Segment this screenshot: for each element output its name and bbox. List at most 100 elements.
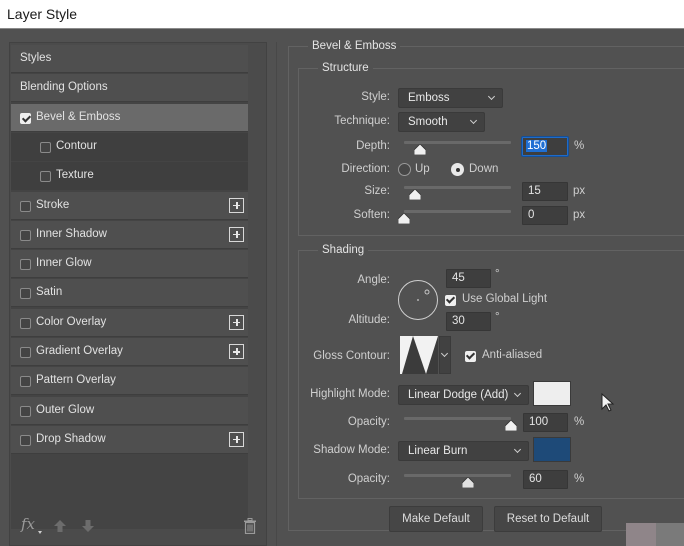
structure-heading: Structure xyxy=(318,62,373,74)
sidebar-item-bevel-emboss[interactable]: Bevel & Emboss xyxy=(11,103,248,132)
checkbox[interactable] xyxy=(20,317,31,329)
background-block xyxy=(656,523,684,546)
checkbox[interactable] xyxy=(20,347,31,358)
shadow-opacity-input[interactable]: 60 xyxy=(523,470,568,489)
technique-dropdown[interactable]: Smooth xyxy=(398,112,485,132)
style-value: Emboss xyxy=(408,92,450,104)
checkbox[interactable] xyxy=(40,141,51,153)
highlight-opacity-input[interactable]: 100 xyxy=(523,413,568,432)
soften-label: Soften: xyxy=(353,209,390,221)
shadow-opacity-slider-track[interactable] xyxy=(404,474,511,477)
shadow-opacity-slider-thumb[interactable] xyxy=(462,477,475,488)
angle-input[interactable]: 45 xyxy=(446,269,491,288)
reset-to-default-button[interactable]: Reset to Default xyxy=(494,506,602,532)
anti-aliased-label: Anti-aliased xyxy=(482,349,543,361)
add-instance-icon[interactable] xyxy=(229,226,244,242)
sidebar-item-label: Drop Shadow xyxy=(36,432,106,445)
trash-icon[interactable] xyxy=(243,518,257,534)
sidebar-item-drop-shadow[interactable]: Drop Shadow xyxy=(11,425,248,454)
checkbox[interactable] xyxy=(20,200,31,212)
soften-slider-thumb[interactable] xyxy=(398,213,410,224)
panel-divider xyxy=(276,42,277,546)
style-dropdown[interactable]: Emboss xyxy=(398,88,503,108)
size-slider-thumb[interactable] xyxy=(408,189,421,200)
sidebar-item-satin[interactable]: Satin xyxy=(11,279,248,308)
sidebar-item-contour[interactable]: Contour xyxy=(11,132,248,161)
soften-value: 0 xyxy=(528,209,535,221)
background-block xyxy=(626,523,656,546)
add-instance-icon[interactable] xyxy=(229,431,244,447)
sidebar-item-label: Styles xyxy=(20,52,52,64)
checkbox[interactable] xyxy=(40,171,51,183)
angle-label: Angle: xyxy=(357,274,390,286)
depth-value: 150 xyxy=(526,140,548,152)
highlight-opacity-slider-thumb[interactable] xyxy=(505,420,517,431)
gloss-contour-preview[interactable] xyxy=(400,336,438,374)
fx-caret-icon xyxy=(38,531,42,534)
altitude-value: 30 xyxy=(452,315,465,327)
gloss-contour-label: Gloss Contour: xyxy=(313,350,390,362)
use-global-light-label: Use Global Light xyxy=(462,293,548,305)
sidebar-item-label: Outer Glow xyxy=(36,403,95,416)
sidebar-item-inner-glow[interactable]: Inner Glow xyxy=(11,250,248,279)
shadow-color-swatch[interactable] xyxy=(533,437,571,462)
technique-label: Technique: xyxy=(334,115,390,127)
shading-heading: Shading xyxy=(318,244,369,256)
sidebar-item-outer-glow[interactable]: Outer Glow xyxy=(11,396,248,425)
make-default-button[interactable]: Make Default xyxy=(389,506,483,532)
checkbox[interactable] xyxy=(20,434,31,446)
use-global-light-checkbox[interactable] xyxy=(445,295,456,306)
checkbox[interactable] xyxy=(20,112,31,124)
direction-down-radio[interactable] xyxy=(451,163,464,176)
highlight-mode-value: Linear Dodge (Add) xyxy=(408,389,509,401)
sidebar-item-pattern-overlay[interactable]: Pattern Overlay xyxy=(11,367,248,396)
size-input[interactable]: 15 xyxy=(522,182,568,201)
window-title: Layer Style xyxy=(7,6,78,22)
sidebar-item-label: Inner Shadow xyxy=(36,227,107,240)
soften-input[interactable]: 0 xyxy=(522,206,568,225)
direction-up-label: Up xyxy=(415,163,430,175)
highlight-opacity-slider-track[interactable] xyxy=(404,417,511,420)
angle-dial[interactable] xyxy=(397,279,439,321)
chevron-down-icon xyxy=(513,389,522,398)
direction-up-radio[interactable] xyxy=(398,163,411,176)
sidebar-item-styles[interactable]: Styles xyxy=(11,45,248,73)
chevron-down-icon xyxy=(513,445,522,454)
technique-value: Smooth xyxy=(408,116,448,128)
shadow-mode-dropdown[interactable]: Linear Burn xyxy=(398,441,529,461)
shadow-mode-label: Shadow Mode: xyxy=(313,444,390,456)
soften-slider-track[interactable] xyxy=(404,210,511,213)
sidebar-item-texture[interactable]: Texture xyxy=(11,162,248,191)
bevel-emboss-heading: Bevel & Emboss xyxy=(308,40,401,52)
checkbox[interactable] xyxy=(20,405,31,417)
altitude-input[interactable]: 30 xyxy=(446,312,491,331)
gloss-contour-dropdown[interactable] xyxy=(439,336,451,374)
highlight-color-swatch[interactable] xyxy=(533,381,571,406)
sidebar-item-color-overlay[interactable]: Color Overlay xyxy=(11,308,248,337)
sidebar-item-gradient-overlay[interactable]: Gradient Overlay xyxy=(11,338,248,366)
add-instance-icon[interactable] xyxy=(229,197,244,213)
altitude-label: Altitude: xyxy=(348,314,390,326)
sidebar-item-label: Blending Options xyxy=(20,81,108,94)
styles-list: Styles Blending Options Bevel & Emboss Cont… xyxy=(11,45,248,529)
add-instance-icon[interactable] xyxy=(229,314,244,330)
checkbox[interactable] xyxy=(20,229,31,241)
sidebar-item-blending-options[interactable]: Blending Options xyxy=(11,74,248,103)
move-down-icon[interactable] xyxy=(81,519,95,533)
sidebar-item-label: Stroke xyxy=(36,198,70,211)
move-up-icon[interactable] xyxy=(53,519,67,533)
shadow-mode-value: Linear Burn xyxy=(408,445,468,457)
mouse-cursor-icon xyxy=(601,393,615,412)
checkbox[interactable] xyxy=(20,288,31,300)
add-instance-icon[interactable] xyxy=(229,344,244,359)
highlight-mode-dropdown[interactable]: Linear Dodge (Add) xyxy=(398,385,529,405)
depth-input[interactable]: 150 xyxy=(522,137,568,156)
depth-slider-thumb[interactable] xyxy=(414,144,427,155)
checkbox[interactable] xyxy=(20,376,31,388)
checkbox[interactable] xyxy=(20,259,31,271)
sidebar-item-stroke[interactable]: Stroke xyxy=(11,191,248,220)
anti-aliased-checkbox[interactable] xyxy=(465,351,476,362)
sidebar-item-inner-shadow[interactable]: Inner Shadow xyxy=(11,220,248,249)
fx-menu-button[interactable]: fx xyxy=(21,515,35,533)
direction-label: Direction: xyxy=(341,163,390,175)
